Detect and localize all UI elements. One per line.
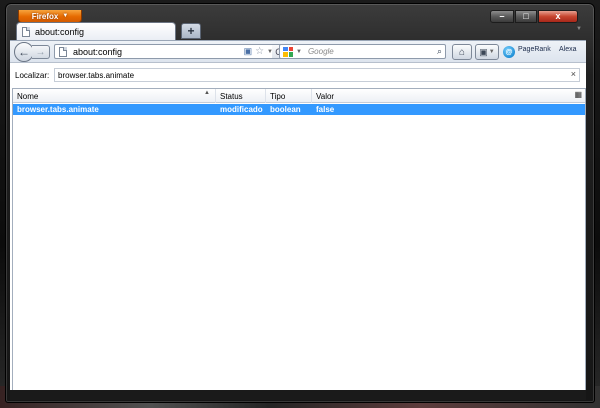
cell-type: boolean — [270, 105, 301, 114]
bookmark-icon[interactable]: ▣ — [244, 46, 253, 57]
about-config-page: Localizar: browser.tabs.animate × Nome ▲… — [10, 62, 586, 391]
back-button[interactable]: ← — [14, 42, 34, 62]
google-icon[interactable] — [283, 46, 293, 57]
pagerank-button[interactable]: PageRank — [518, 46, 551, 53]
new-tab-button[interactable]: + — [181, 23, 201, 39]
column-header-status[interactable]: Status — [216, 89, 266, 103]
column-header-value[interactable]: Valor — [312, 89, 567, 103]
column-header-type[interactable]: Tipo — [266, 89, 312, 103]
site-identity-icon — [59, 46, 67, 57]
home-icon: ⌂ — [458, 46, 466, 58]
forward-button[interactable]: → — [32, 45, 50, 59]
preferences-table: Nome ▲ Status Tipo Valor ▦ browser.tabs.… — [12, 88, 586, 391]
maximize-button[interactable]: □ — [515, 10, 537, 23]
table-row[interactable]: browser.tabs.animate modificado boolean … — [13, 104, 585, 115]
pagerank-icon[interactable]: @ — [503, 46, 515, 58]
url-bar-actions: ▣ ☆ ▼ — [244, 46, 273, 57]
filter-label: Localizar: — [15, 70, 50, 80]
window-controls: – □ x — [490, 10, 578, 23]
alexa-button[interactable]: Alexa — [559, 46, 577, 53]
home-button[interactable]: ⌂ — [452, 44, 472, 60]
column-picker-icon[interactable]: ▦ — [574, 90, 582, 99]
chevron-down-icon: ▼ — [62, 13, 69, 19]
filter-value: browser.tabs.animate — [58, 70, 135, 80]
url-bar[interactable]: about:config ▣ ☆ ▼ — [54, 44, 276, 59]
close-button[interactable]: x — [538, 10, 578, 23]
cell-status: modificado — [220, 105, 263, 114]
addon-icon: ▣ — [479, 46, 488, 57]
sort-ascending-icon: ▲ — [204, 90, 210, 96]
search-engine-dropdown-icon[interactable]: ▼ — [296, 49, 302, 55]
cell-name: browser.tabs.animate — [17, 105, 99, 114]
star-icon[interactable]: ☆ — [255, 46, 264, 57]
minimize-button[interactable]: – — [490, 10, 514, 23]
filter-input[interactable]: browser.tabs.animate × — [54, 68, 580, 82]
filter-row: Localizar: browser.tabs.animate × — [10, 67, 586, 83]
search-go-icon[interactable]: ⌕ — [437, 46, 442, 57]
chevron-down-icon: ▼ — [488, 49, 495, 55]
column-header-name[interactable]: Nome — [13, 89, 216, 103]
tab-label: about:config — [35, 26, 85, 37]
page-icon — [22, 26, 30, 37]
search-bar[interactable]: ▼ Google ⌕ — [279, 44, 446, 59]
tab-about-config[interactable]: about:config — [16, 22, 176, 40]
navigation-toolbar: ← → about:config ▣ ☆ ▼ C ▼ Google ⌕ ⌂ ▣ … — [10, 40, 586, 62]
clear-filter-icon[interactable]: × — [571, 69, 576, 79]
url-text: about:config — [73, 46, 123, 57]
search-input[interactable]: Google — [308, 47, 334, 56]
tabs-list-icon[interactable]: ▼ — [576, 26, 582, 32]
addon-button[interactable]: ▣ ▼ — [475, 44, 499, 60]
cell-value: false — [316, 105, 335, 114]
firefox-menu-label: Firefox — [31, 11, 59, 21]
window-bottom-border — [10, 390, 586, 400]
table-header: Nome ▲ Status Tipo Valor ▦ — [13, 89, 585, 103]
